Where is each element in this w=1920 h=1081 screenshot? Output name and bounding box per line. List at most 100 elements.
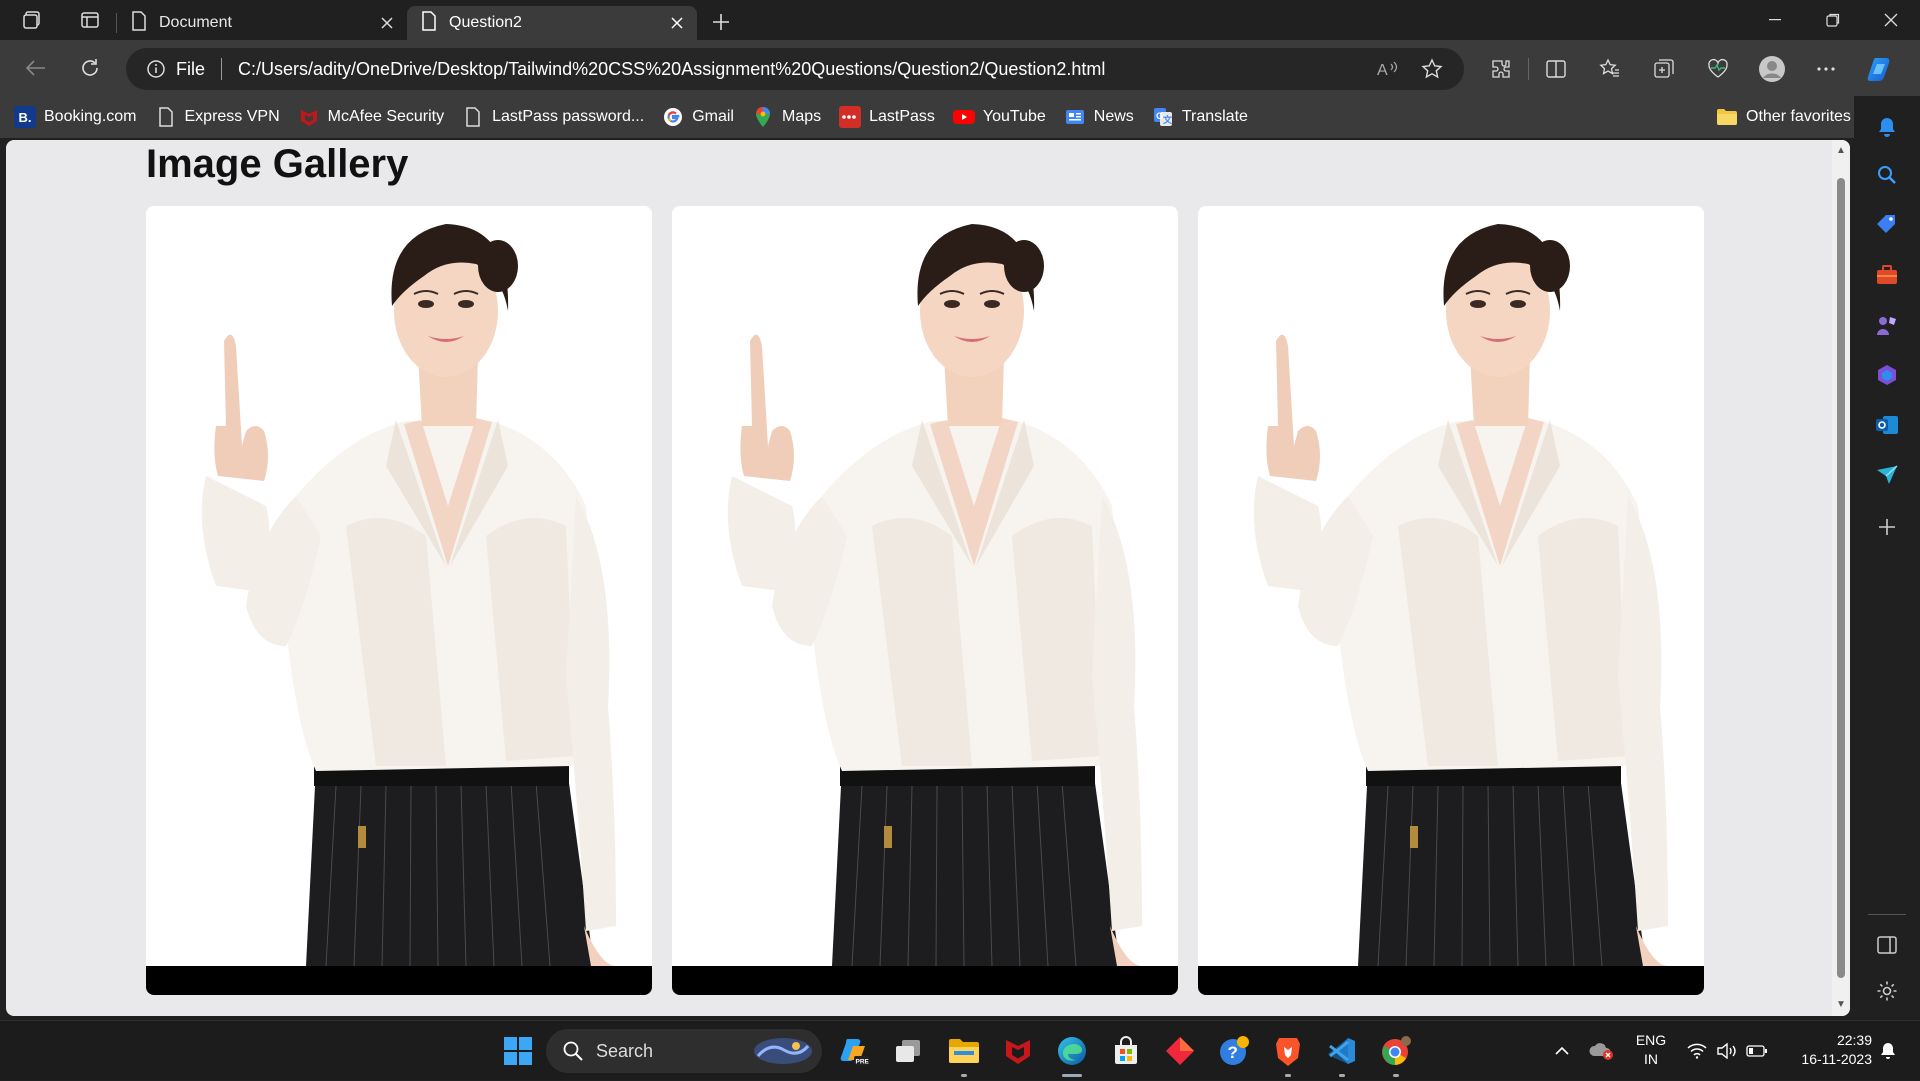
favorite-mcafee[interactable]: McAfee Security <box>298 106 444 128</box>
maps-icon <box>752 106 774 128</box>
volume-icon[interactable] <box>1714 1021 1740 1081</box>
brave-browser-icon[interactable] <box>1268 1031 1308 1077</box>
copilot-preview-icon[interactable]: PRE <box>834 1031 874 1071</box>
windows-start-icon[interactable] <box>498 1031 538 1071</box>
favorite-label: LastPass password... <box>492 108 645 125</box>
address-separator <box>221 58 223 80</box>
close-window-button[interactable] <box>1862 0 1920 40</box>
tab-title: Document <box>159 14 232 31</box>
outlook-icon[interactable] <box>1870 408 1904 442</box>
info-icon[interactable] <box>146 59 166 79</box>
battery-icon[interactable] <box>1744 1021 1770 1081</box>
tab-actions-icon[interactable] <box>64 0 116 40</box>
edge-taskbar-icon[interactable] <box>1052 1031 1092 1077</box>
sidebar-settings-gear-icon[interactable] <box>1870 974 1904 1008</box>
refresh-button[interactable] <box>66 48 114 88</box>
profile-avatar[interactable] <box>1745 49 1799 89</box>
tab-question2[interactable]: Question2 <box>407 6 697 40</box>
gallery-card[interactable] <box>1198 206 1704 995</box>
more-options-icon[interactable] <box>1799 49 1853 89</box>
mcafee-taskbar-icon[interactable] <box>998 1031 1038 1071</box>
tools-briefcase-icon[interactable] <box>1870 258 1904 292</box>
address-bar[interactable]: File C:/Users/adity/OneDrive/Desktop/Tai… <box>126 48 1464 90</box>
gallery-card[interactable] <box>672 206 1178 995</box>
input-language-indicator[interactable]: ENG IN <box>1628 1031 1674 1069</box>
browser-essentials-icon[interactable] <box>1691 49 1745 89</box>
url-text[interactable]: C:/Users/adity/OneDrive/Desktop/Tailwind… <box>238 59 1105 80</box>
favorite-youtube[interactable]: YouTube <box>952 106 1046 128</box>
microsoft-365-icon[interactable] <box>1870 358 1904 392</box>
favorite-news[interactable]: News <box>1064 106 1134 128</box>
favorite-lastpass[interactable]: LastPass <box>839 106 935 128</box>
microsoft-store-icon[interactable] <box>1106 1031 1146 1071</box>
search-icon[interactable] <box>1870 158 1904 192</box>
favorite-gmail[interactable]: Gmail <box>662 106 734 128</box>
restore-button[interactable] <box>1804 0 1862 40</box>
shopping-tag-icon[interactable] <box>1870 208 1904 242</box>
tab-document[interactable]: Document <box>117 6 407 40</box>
copilot-icon[interactable] <box>1853 49 1907 89</box>
svg-text:文: 文 <box>1162 114 1173 126</box>
tab-title: Question2 <box>449 14 522 31</box>
taskbar-search[interactable]: Search <box>546 1029 822 1073</box>
wifi-icon[interactable] <box>1684 1021 1710 1081</box>
chrome-icon[interactable] <box>1376 1031 1416 1077</box>
lastpass-icon <box>839 106 862 128</box>
gallery-card[interactable] <box>146 206 652 995</box>
task-view-icon[interactable] <box>888 1031 928 1071</box>
card-caption-bar <box>1198 966 1704 995</box>
close-icon[interactable] <box>377 13 397 33</box>
onedrive-sync-icon[interactable] <box>1586 1021 1616 1081</box>
plus-icon <box>713 14 729 30</box>
google-icon <box>662 106 684 128</box>
scroll-up-icon[interactable]: ▲ <box>1836 146 1846 156</box>
send-drop-icon[interactable] <box>1870 458 1904 492</box>
red-diamond-app-icon[interactable] <box>1160 1031 1200 1071</box>
hide-sidebar-icon[interactable] <box>1870 928 1904 962</box>
back-button[interactable] <box>12 48 60 88</box>
favorite-label: Booking.com <box>44 108 137 125</box>
page-icon <box>131 10 147 36</box>
scroll-down-icon[interactable]: ▼ <box>1836 1000 1846 1010</box>
system-clock[interactable]: 22:39 16-11-2023 <box>1776 1031 1872 1069</box>
games-icon[interactable] <box>1870 308 1904 342</box>
scrollbar-thumb[interactable] <box>1837 178 1845 978</box>
close-icon[interactable] <box>667 13 687 33</box>
split-screen-icon[interactable] <box>1529 49 1583 89</box>
extensions-icon[interactable] <box>1474 49 1528 89</box>
favorite-label: Gmail <box>692 108 734 125</box>
favorites-icon[interactable] <box>1583 49 1637 89</box>
language-region: IN <box>1644 1051 1658 1067</box>
read-aloud-icon[interactable]: A <box>1366 60 1410 78</box>
favorite-label: McAfee Security <box>327 108 445 125</box>
collections-icon[interactable] <box>1637 49 1691 89</box>
favorite-booking[interactable]: B. Booking.com <box>14 106 137 128</box>
favorite-other-folder[interactable]: Other favorites <box>1716 96 1851 138</box>
favorite-lastpass-password[interactable]: LastPass password... <box>462 106 644 128</box>
notification-center-bell-icon[interactable] <box>1874 1021 1902 1081</box>
add-sidebar-app-icon[interactable] <box>1870 510 1904 544</box>
vscode-icon[interactable] <box>1322 1031 1362 1077</box>
search-icon <box>563 1041 583 1061</box>
toolbar-actions <box>1474 48 1907 90</box>
woman-pointing-up-photo <box>672 206 1178 966</box>
mcafee-icon <box>298 106 320 128</box>
notifications-bell-icon[interactable] <box>1870 110 1904 144</box>
new-tab-button[interactable] <box>701 5 741 39</box>
favorite-express-vpn[interactable]: Express VPN <box>155 106 280 128</box>
language-code: ENG <box>1635 1032 1667 1048</box>
file-explorer-icon[interactable] <box>944 1031 984 1077</box>
get-help-icon[interactable]: ? <box>1214 1031 1254 1071</box>
favorite-translate[interactable]: G文 Translate <box>1152 106 1248 128</box>
show-hidden-icons-button[interactable] <box>1548 1021 1576 1081</box>
title-bar: Document Question2 <box>0 0 1920 40</box>
minimize-button[interactable] <box>1746 0 1804 40</box>
workspaces-icon[interactable] <box>0 0 64 40</box>
woman-pointing-up-photo <box>1198 206 1704 966</box>
favorite-star-icon[interactable] <box>1410 58 1454 80</box>
vertical-scrollbar[interactable]: ▲ ▼ <box>1832 140 1850 1016</box>
arrow-left-icon <box>26 60 45 76</box>
favorite-maps[interactable]: Maps <box>752 106 821 128</box>
sidebar-divider <box>1868 914 1906 915</box>
card-caption-bar <box>672 966 1178 995</box>
